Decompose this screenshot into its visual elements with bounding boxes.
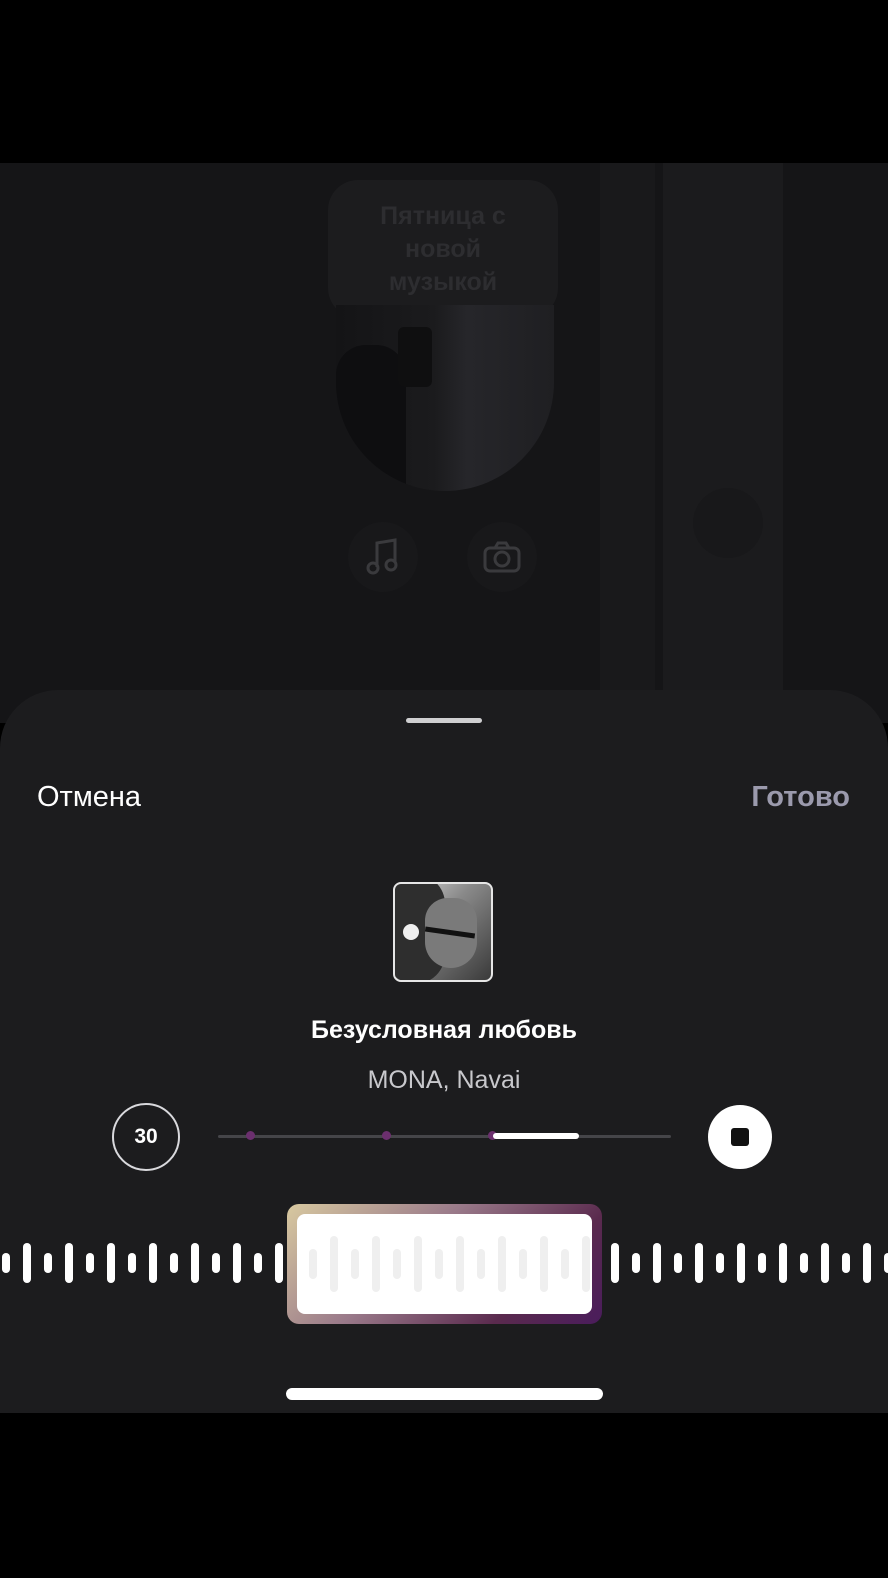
waveform-bar [170, 1253, 178, 1273]
selection-waveform-bar [456, 1236, 464, 1292]
waveform-bar [212, 1253, 220, 1273]
done-button[interactable]: Готово [751, 780, 850, 814]
waveform-bar [233, 1243, 241, 1283]
track-artist: MONA, Navai [367, 1066, 521, 1094]
clip-duration-button[interactable]: 30 [112, 1103, 180, 1171]
waveform-bar [821, 1243, 829, 1283]
track-title: Безусловная любовь [311, 1016, 577, 1044]
selection-waveform-bar [561, 1249, 569, 1279]
waveform-bar [800, 1253, 808, 1273]
waveform-bar [611, 1243, 619, 1283]
story-text-bubble: Пятница с новой музыкой [328, 180, 558, 318]
home-indicator [286, 1388, 603, 1400]
selection-waveform-bar [540, 1236, 548, 1292]
waveform-bar [884, 1253, 888, 1273]
selection-waveform-bar [435, 1249, 443, 1279]
waveform-bar [44, 1253, 52, 1273]
waveform-bar [254, 1253, 262, 1273]
selection-waveform-bar [351, 1249, 359, 1279]
album-cover [393, 882, 493, 982]
selection-waveform-bar [393, 1249, 401, 1279]
selection-waveform-bar [372, 1236, 380, 1292]
waveform-bar [23, 1243, 31, 1283]
selection-waveform-bar [477, 1249, 485, 1279]
waveform-bar [275, 1243, 283, 1283]
story-text: Пятница с новой музыкой [380, 201, 506, 296]
waveform-bar [716, 1253, 724, 1273]
sheet-grabber[interactable] [406, 718, 482, 723]
clip-selection-window [297, 1214, 592, 1314]
waveform-bar [779, 1243, 787, 1283]
selection-waveform-bar [330, 1236, 338, 1292]
waveform-bar [107, 1243, 115, 1283]
photo-shadow [336, 345, 406, 491]
waveform-bar [863, 1243, 871, 1283]
selection-waveform-bar [414, 1236, 422, 1292]
waveform-bar [65, 1243, 73, 1283]
cancel-button[interactable]: Отмена [37, 780, 141, 814]
photo-phone [398, 327, 432, 387]
camera-icon [467, 522, 537, 592]
stop-button[interactable] [708, 1105, 772, 1169]
selection-waveform-bar [498, 1236, 506, 1292]
music-note-icon [348, 522, 418, 592]
waveform-bar [191, 1243, 199, 1283]
waveform-bar [2, 1253, 10, 1273]
progress-marker [382, 1131, 391, 1140]
clip-progress-active [493, 1133, 579, 1139]
selection-waveform [309, 1236, 590, 1292]
waveform-bar [674, 1253, 682, 1273]
clip-duration-label: 30 [134, 1125, 158, 1148]
waveform-bar [758, 1253, 766, 1273]
waveform-bar [149, 1243, 157, 1283]
clip-selection-handle[interactable] [287, 1204, 602, 1324]
clip-progress-track[interactable] [218, 1135, 671, 1138]
waveform-bar [737, 1243, 745, 1283]
selection-waveform-bar [519, 1249, 527, 1279]
selection-waveform-bar [582, 1236, 590, 1292]
waveform-bar [695, 1243, 703, 1283]
selection-waveform-bar [309, 1249, 317, 1279]
waveform-bar [632, 1253, 640, 1273]
cover-flower [403, 924, 419, 940]
stop-icon [731, 1128, 749, 1146]
waveform-bar [653, 1243, 661, 1283]
progress-marker [246, 1131, 255, 1140]
waveform-bar [128, 1253, 136, 1273]
waveform-bar [86, 1253, 94, 1273]
waveform-bar [842, 1253, 850, 1273]
backdrop-circle [693, 488, 763, 558]
